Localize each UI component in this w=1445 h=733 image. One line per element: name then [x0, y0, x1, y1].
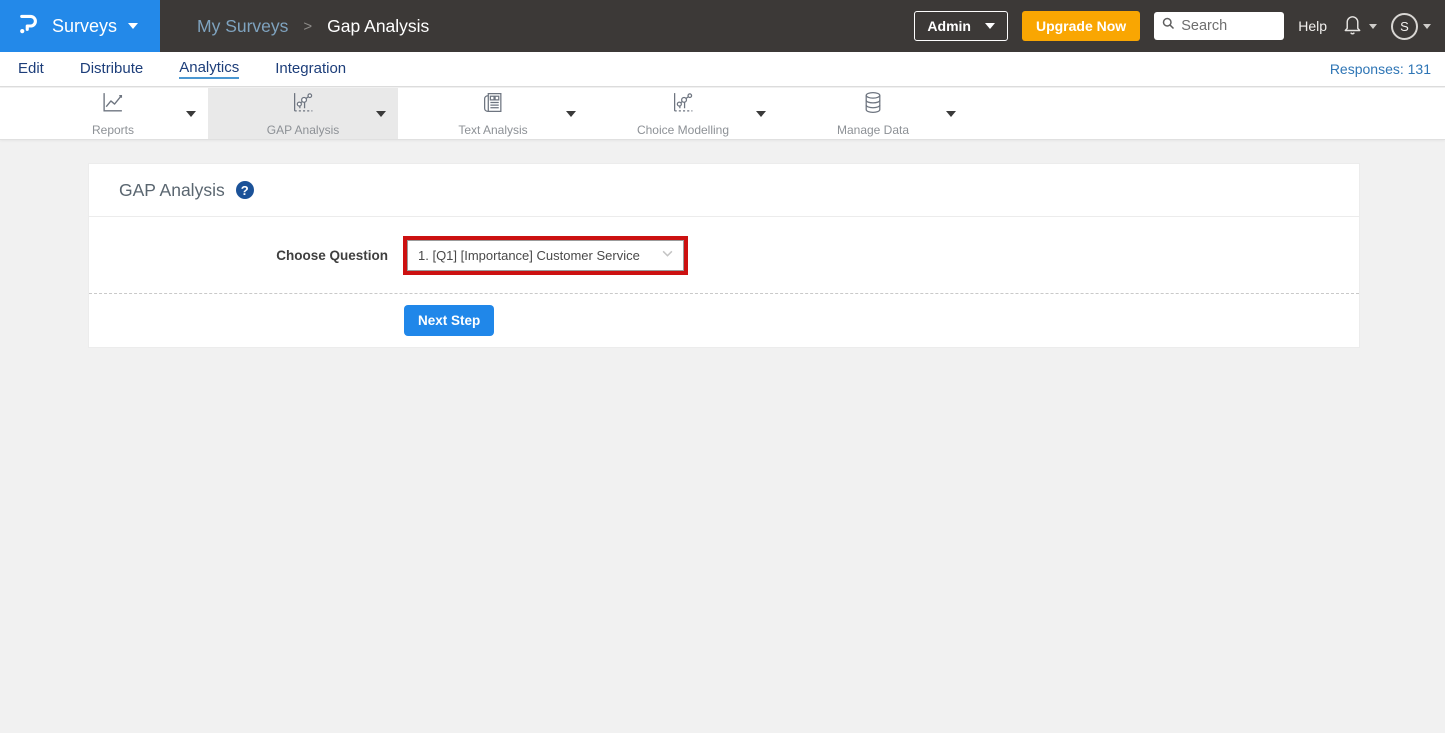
- chevron-down-icon: [1423, 24, 1431, 29]
- toolbar-item-manage-data[interactable]: Manage Data: [778, 88, 968, 139]
- toolbar-item-label: Reports: [92, 123, 134, 137]
- toolbar-item-choice-modelling[interactable]: Choice Modelling: [588, 88, 778, 139]
- selected-question-value: 1. [Q1] [Importance] Customer Service: [418, 248, 640, 263]
- tab-edit[interactable]: Edit: [18, 60, 44, 78]
- card-title-row: GAP Analysis ?: [89, 164, 1359, 217]
- next-step-button[interactable]: Next Step: [404, 305, 494, 336]
- breadcrumb: My Surveys > Gap Analysis: [197, 16, 429, 37]
- choice-modelling-dropdown-caret[interactable]: [756, 111, 766, 117]
- admin-dropdown-button[interactable]: Admin: [914, 11, 1008, 41]
- breadcrumb-my-surveys[interactable]: My Surveys: [197, 16, 288, 37]
- tab-integration[interactable]: Integration: [275, 60, 346, 78]
- search-box[interactable]: [1154, 12, 1284, 40]
- survey-nav-row: Edit Distribute Analytics Integration Re…: [0, 52, 1445, 87]
- toolbar-item-label: Text Analysis: [458, 123, 527, 137]
- tab-distribute[interactable]: Distribute: [80, 60, 143, 78]
- choose-question-row: Choose Question 1. [Q1] [Importance] Cus…: [89, 217, 1359, 294]
- chevron-down-icon: [985, 23, 995, 29]
- topbar-right-cluster: Admin Upgrade Now Help: [914, 11, 1431, 41]
- top-bar: Surveys My Surveys > Gap Analysis Admin …: [0, 0, 1445, 52]
- help-question-icon[interactable]: ?: [236, 181, 254, 199]
- gap-analysis-dropdown-caret[interactable]: [376, 111, 386, 117]
- search-icon: [1161, 16, 1176, 36]
- question-select-dropdown[interactable]: 1. [Q1] [Importance] Customer Service: [407, 240, 684, 271]
- chevron-down-icon: [1369, 24, 1377, 29]
- chevron-down-icon: [660, 246, 675, 264]
- bubble-trend-chart-icon: [670, 91, 696, 119]
- breadcrumb-separator: >: [303, 18, 312, 35]
- notifications-menu[interactable]: [1341, 12, 1377, 40]
- notification-bell-icon: [1341, 12, 1364, 40]
- page-title: GAP Analysis: [119, 180, 225, 201]
- admin-label: Admin: [927, 18, 971, 34]
- toolbar-item-label: Manage Data: [837, 123, 909, 137]
- avatar: S: [1391, 13, 1418, 40]
- nav-tabs: Edit Distribute Analytics Integration: [18, 59, 346, 79]
- choose-question-label: Choose Question: [89, 248, 388, 263]
- toolbar-item-reports[interactable]: Reports: [18, 88, 208, 139]
- red-annotation-highlight: 1. [Q1] [Importance] Customer Service: [403, 236, 688, 275]
- bubble-trend-chart-icon: [290, 91, 316, 119]
- analytics-toolbar: Reports GAP Analysis: [0, 88, 1445, 140]
- help-link[interactable]: Help: [1298, 18, 1327, 34]
- toolbar-item-gap-analysis[interactable]: GAP Analysis: [208, 88, 398, 139]
- product-label: Surveys: [52, 16, 117, 37]
- toolbar-item-text-analysis[interactable]: Text Analysis: [398, 88, 588, 139]
- newspaper-document-icon: [480, 91, 506, 119]
- search-input[interactable]: [1181, 18, 1271, 34]
- line-chart-icon: [100, 91, 126, 119]
- upgrade-now-button[interactable]: Upgrade Now: [1022, 11, 1140, 41]
- text-analysis-dropdown-caret[interactable]: [566, 111, 576, 117]
- toolbar-item-label: Choice Modelling: [637, 123, 729, 137]
- card-footer-row: Next Step: [89, 294, 1359, 347]
- responses-count[interactable]: Responses: 131: [1330, 61, 1431, 77]
- breadcrumb-current-page: Gap Analysis: [327, 16, 429, 37]
- gap-analysis-card: GAP Analysis ? Choose Question 1. [Q1] […: [88, 163, 1360, 348]
- user-account-menu[interactable]: S: [1391, 13, 1431, 40]
- manage-data-dropdown-caret[interactable]: [946, 111, 956, 117]
- product-switcher[interactable]: Surveys: [0, 0, 160, 52]
- toolbar-item-label: GAP Analysis: [267, 123, 339, 137]
- questionpro-logo-icon: [16, 11, 41, 41]
- chevron-down-icon: [128, 23, 138, 29]
- database-icon: [860, 91, 886, 119]
- reports-dropdown-caret[interactable]: [186, 111, 196, 117]
- tab-analytics[interactable]: Analytics: [179, 59, 239, 79]
